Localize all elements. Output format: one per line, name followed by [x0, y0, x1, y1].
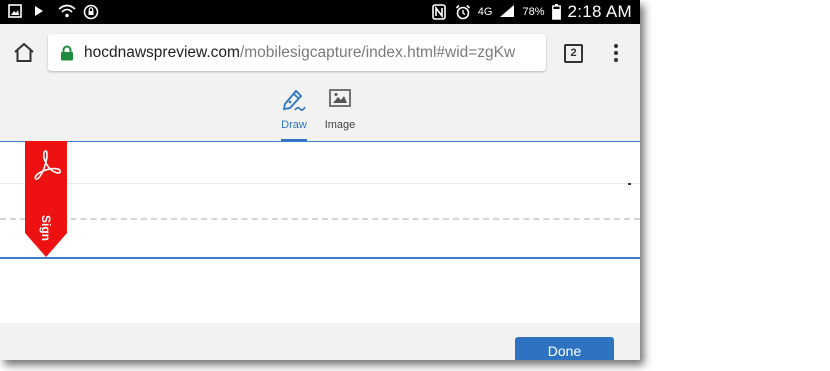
- mode-tabs: Draw Image: [0, 82, 640, 141]
- signature-baseline: [0, 257, 640, 259]
- browser-toolbar: hocdnawspreview.com/mobilesigcapture/ind…: [0, 24, 640, 83]
- guide-mark: [628, 183, 631, 185]
- url-text: hocdnawspreview.com/mobilesigcapture/ind…: [84, 44, 515, 62]
- alarm-icon: [455, 4, 471, 20]
- sign-flag-label: Sign: [39, 215, 53, 241]
- lock-icon: [60, 45, 74, 61]
- menu-dot: [614, 44, 618, 48]
- vpn-icon: [83, 4, 99, 20]
- tab-switcher-button[interactable]: 2: [564, 44, 583, 63]
- phone-screen: 4G 78% 2:18 AM hocdnawspreview.com/mobil…: [0, 0, 640, 360]
- wifi-icon: [58, 4, 76, 20]
- home-icon: [14, 42, 34, 62]
- pen-icon: [281, 86, 307, 119]
- image-icon: [329, 89, 351, 112]
- menu-dot: [614, 51, 618, 55]
- network-type: 4G: [477, 6, 493, 18]
- footer: Done: [0, 323, 640, 360]
- url-domain: hocdnawspreview.com: [84, 43, 240, 61]
- signal-icon: [499, 4, 515, 20]
- clock: 2:18 AM: [567, 2, 632, 21]
- tab-draw-label: Draw: [281, 119, 307, 131]
- battery-percent: 78%: [522, 6, 545, 18]
- menu-dot: [614, 58, 618, 62]
- guide-line: [0, 183, 640, 184]
- tab-draw[interactable]: Draw: [276, 82, 312, 141]
- home-button[interactable]: [12, 41, 36, 65]
- address-bar[interactable]: hocdnawspreview.com/mobilesigcapture/ind…: [48, 34, 546, 71]
- gallery-icon: [8, 4, 24, 20]
- signature-dashed-line: [0, 218, 640, 220]
- status-bar: 4G 78% 2:18 AM: [0, 0, 640, 24]
- tab-image-label: Image: [324, 119, 356, 131]
- signature-canvas[interactable]: [0, 141, 640, 324]
- play-icon: [33, 4, 49, 20]
- overflow-menu-button[interactable]: [611, 42, 621, 64]
- battery-icon: [551, 4, 561, 20]
- done-button[interactable]: Done: [515, 337, 614, 360]
- sign-flag: Sign: [25, 141, 67, 258]
- tab-image[interactable]: Image: [320, 82, 360, 141]
- url-path: /mobilesigcapture/index.html#wid=zgKw: [239, 43, 516, 61]
- nfc-icon: [431, 4, 448, 20]
